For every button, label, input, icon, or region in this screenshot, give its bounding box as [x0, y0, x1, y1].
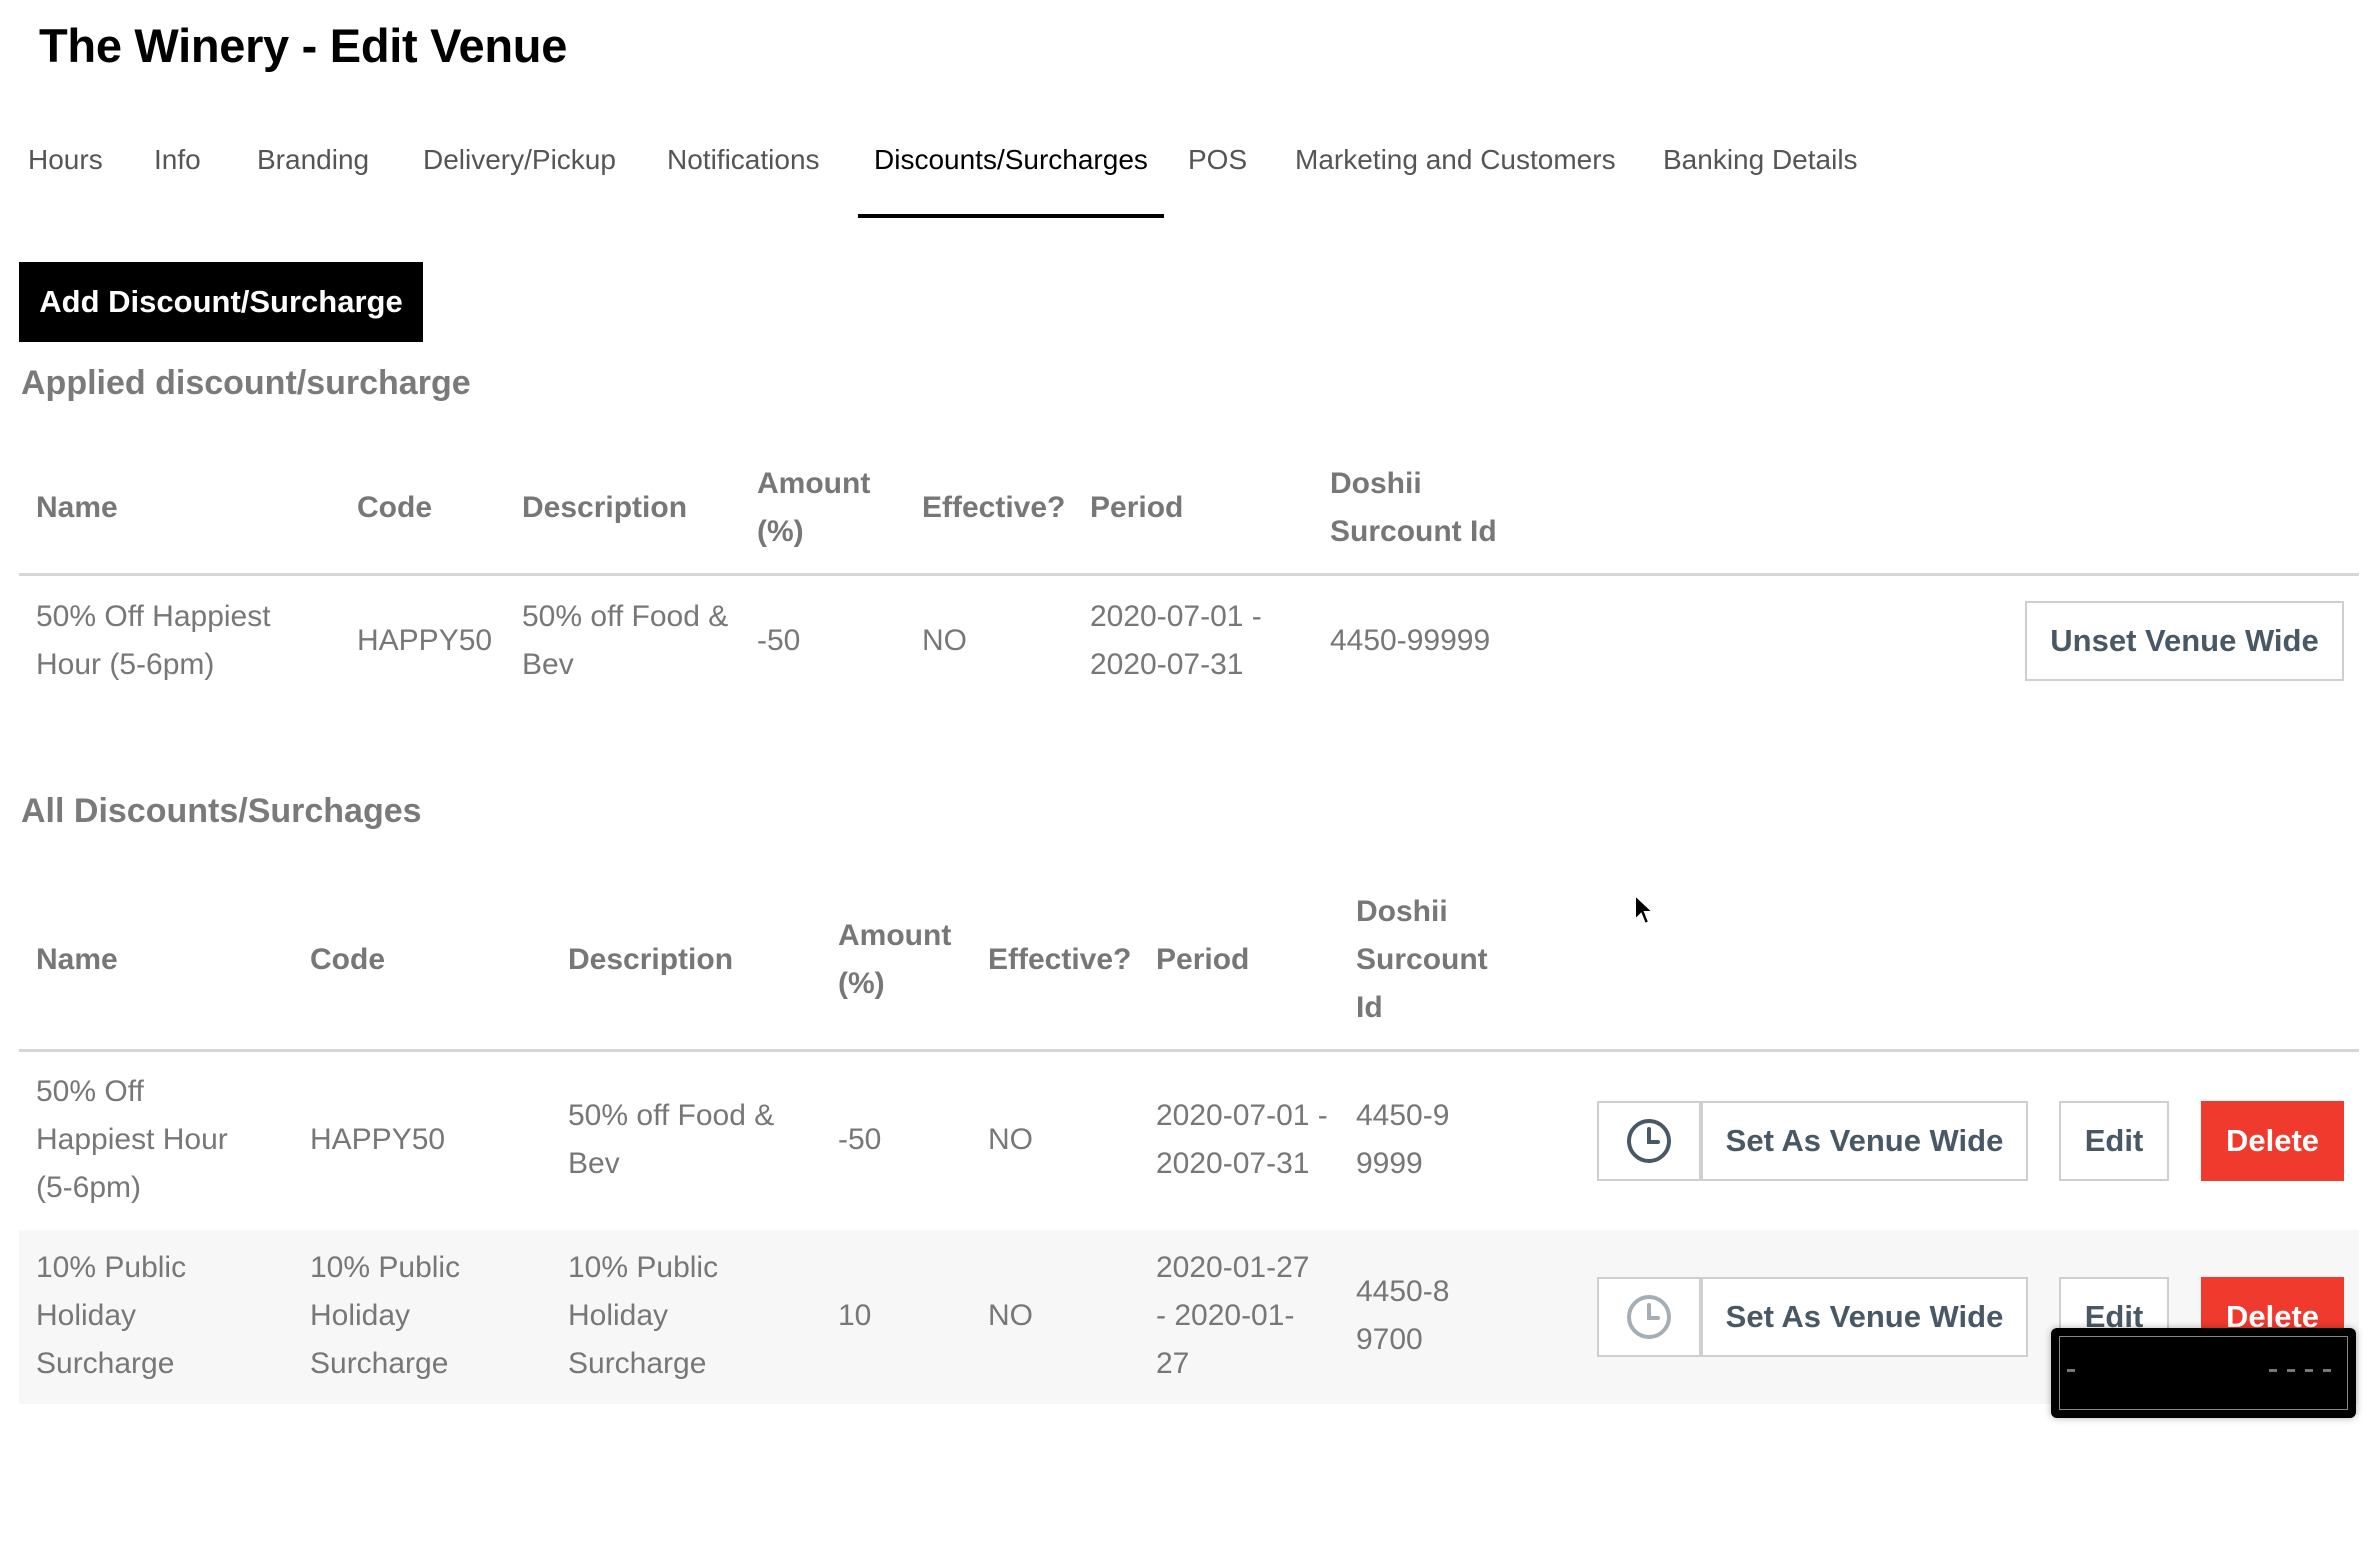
header-effective: Effective?	[988, 943, 1132, 976]
add-discount-surcharge-button[interactable]: Add Discount/Surcharge	[19, 262, 423, 342]
cell-amount: -50	[838, 1123, 882, 1156]
cell-name: 10% Public Holiday Surcharge	[36, 1251, 187, 1380]
header-effective: Effective?	[922, 491, 1066, 524]
header-code: Code	[357, 491, 432, 524]
tab-pos[interactable]: POS	[1188, 118, 1247, 218]
tab-banking-details[interactable]: Banking Details	[1663, 118, 1858, 218]
overlay-control-dot	[2067, 1369, 2075, 1372]
mouse-pointer-icon	[1634, 893, 1655, 926]
tab-notifications[interactable]: Notifications	[667, 118, 820, 218]
cell-doshii-id: 4450-89700	[1356, 1275, 1450, 1356]
header-name: Name	[36, 943, 118, 976]
clock-icon	[1627, 1295, 1671, 1339]
cell-description: 10% Public Holiday Surcharge	[568, 1251, 719, 1380]
tab-branding[interactable]: Branding	[257, 118, 369, 218]
cell-code: HAPPY50	[357, 624, 493, 657]
cell-name: 50% Off Happiest Hour (5-6pm)	[36, 600, 271, 681]
floating-overlay[interactable]	[2051, 1328, 2356, 1418]
all-header-divider	[19, 1049, 2359, 1052]
unset-venue-wide-button[interactable]: Unset Venue Wide	[2025, 601, 2344, 681]
overlay-control-dot	[2305, 1369, 2313, 1372]
header-period: Period	[1156, 943, 1250, 976]
cell-doshii-id: 4450-99999	[1330, 624, 1491, 657]
cell-code: 10% Public Holiday Surcharge	[310, 1251, 461, 1380]
tab-discounts-surcharges[interactable]: Discounts/Surcharges	[858, 118, 1164, 218]
cell-effective: NO	[988, 1123, 1033, 1156]
header-period: Period	[1090, 491, 1184, 524]
applied-header-divider	[19, 573, 2359, 576]
tab-hours[interactable]: Hours	[28, 118, 103, 218]
cell-amount: 10	[838, 1299, 872, 1332]
clock-icon	[1627, 1119, 1671, 1163]
cell-effective: NO	[922, 624, 967, 657]
set-venue-wide-button[interactable]: Set As Venue Wide	[1701, 1277, 2028, 1357]
cell-amount: -50	[757, 624, 801, 657]
all-section-title: All Discounts/Surchages	[21, 792, 422, 830]
header-doshii-id: Doshii Surcount Id	[1356, 895, 1488, 1024]
cell-doshii-id: 4450-99999	[1356, 1099, 1450, 1180]
set-venue-wide-button[interactable]: Set As Venue Wide	[1701, 1101, 2028, 1181]
header-description: Description	[568, 943, 734, 976]
cell-period: 2020-01-27 - 2020-01-27	[1156, 1251, 1310, 1380]
overlay-control-dot	[2323, 1369, 2331, 1372]
page-title: The Winery - Edit Venue	[39, 19, 568, 72]
overlay-control-dot	[2287, 1369, 2295, 1372]
header-description: Description	[522, 491, 688, 524]
header-code: Code	[310, 943, 385, 976]
tab-delivery-pickup[interactable]: Delivery/Pickup	[423, 118, 616, 218]
overlay-inner-frame	[2059, 1336, 2348, 1410]
header-doshii-id: Doshii Surcount Id	[1330, 467, 1497, 548]
cell-effective: NO	[988, 1299, 1033, 1332]
cell-description: 50% off Food & Bev	[568, 1099, 775, 1180]
cell-period: 2020-07-01 - 2020-07-31	[1156, 1099, 1328, 1180]
venue-tabs: Hours Info Branding Delivery/Pickup Noti…	[0, 118, 1900, 218]
cell-name: 50% Off Happiest Hour (5-6pm)	[36, 1075, 228, 1204]
applied-section-title: Applied discount/surcharge	[21, 364, 471, 402]
tab-marketing-customers[interactable]: Marketing and Customers	[1295, 118, 1616, 218]
tab-info[interactable]: Info	[154, 118, 201, 218]
header-name: Name	[36, 491, 118, 524]
cell-period: 2020-07-01 - 2020-07-31	[1090, 600, 1262, 681]
cell-code: HAPPY50	[310, 1123, 446, 1156]
header-amount: Amount (%)	[838, 919, 952, 1000]
schedule-button[interactable]	[1597, 1277, 1701, 1357]
overlay-control-dot	[2269, 1369, 2277, 1372]
edit-button[interactable]: Edit	[2059, 1101, 2169, 1181]
delete-button[interactable]: Delete	[2201, 1101, 2344, 1181]
schedule-button[interactable]	[1597, 1101, 1701, 1181]
header-amount: Amount (%)	[757, 467, 871, 548]
cell-description: 50% off Food & Bev	[522, 600, 729, 681]
